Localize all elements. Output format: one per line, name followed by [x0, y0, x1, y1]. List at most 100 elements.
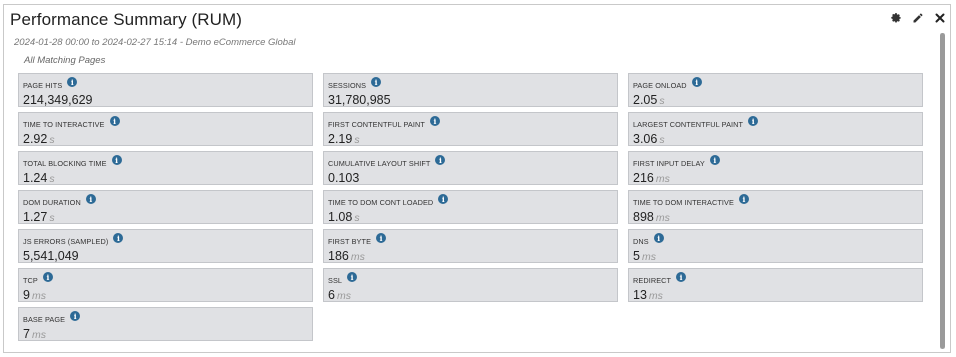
metric-tile: PAGE ONLOAD i 2.05 s — [628, 73, 923, 107]
metric-label: TIME TO INTERACTIVE — [23, 120, 105, 129]
scrollbar-thumb[interactable] — [940, 33, 945, 349]
metric-value: 214,349,629 — [23, 93, 93, 107]
metric-unit: ms — [655, 212, 670, 224]
metric-value-row: 2.92 s — [23, 130, 312, 148]
metric-label-row: REDIRECT i — [633, 271, 922, 285]
info-icon[interactable]: i — [435, 155, 446, 165]
info-icon[interactable]: i — [347, 272, 358, 282]
info-icon[interactable]: i — [429, 116, 440, 126]
metric-value: 186 — [328, 249, 349, 263]
info-icon[interactable]: i — [676, 272, 687, 282]
metric-tile: BASE PAGE i 7 ms — [18, 307, 313, 341]
metric-value-row: 6 ms — [328, 286, 617, 304]
metric-unit: s — [354, 212, 360, 224]
pencil-icon[interactable] — [911, 11, 924, 24]
metric-tile: TOTAL BLOCKING TIME i 1.24 s — [18, 151, 313, 185]
metric-label-row: LARGEST CONTENTFUL PAINT i — [633, 115, 922, 129]
metric-value-row: 1.24 s — [23, 169, 312, 187]
metric-label: FIRST CONTENTFUL PAINT — [328, 120, 425, 129]
metric-tile: TIME TO INTERACTIVE i 2.92 s — [18, 112, 313, 146]
metric-label-row: FIRST CONTENTFUL PAINT i — [328, 115, 617, 129]
metric-label-row: DNS i — [633, 232, 922, 246]
vertical-scrollbar[interactable] — [940, 33, 945, 349]
metric-value: 5,541,049 — [23, 249, 79, 263]
metric-unit: ms — [655, 173, 670, 185]
metric-tile-grid: PAGE HITS i 214,349,629 SESSIONS i 31,780,985… — [18, 73, 923, 341]
metric-tile: JS ERRORS (SAMPLED) i 5,541,049 — [18, 229, 313, 263]
metric-tile: PAGE HITS i 214,349,629 — [18, 73, 313, 107]
metric-value: 5 — [633, 249, 640, 263]
info-icon[interactable]: i — [376, 233, 387, 243]
metric-value-row: 13 ms — [633, 286, 922, 304]
metric-tile: SESSIONS i 31,780,985 — [323, 73, 618, 107]
info-icon[interactable]: i — [85, 194, 96, 204]
metric-unit: s — [659, 95, 665, 107]
info-icon[interactable]: i — [691, 77, 702, 87]
metric-tile: REDIRECT i 13 ms — [628, 268, 923, 302]
metric-value-row: 214,349,629 — [23, 91, 312, 109]
info-icon[interactable]: i — [109, 116, 120, 126]
metric-label: PAGE ONLOAD — [633, 81, 687, 90]
metric-value-row: 1.27 s — [23, 208, 312, 226]
metric-label: PAGE HITS — [23, 81, 63, 90]
info-icon[interactable]: i — [748, 116, 759, 126]
info-icon[interactable]: i — [67, 77, 78, 87]
metric-tile: FIRST BYTE i 186 ms — [323, 229, 618, 263]
metric-label-row: TCP i — [23, 271, 312, 285]
metric-value: 13 — [633, 288, 647, 302]
metric-label: JS ERRORS (SAMPLED) — [23, 237, 109, 246]
info-icon[interactable]: i — [371, 77, 382, 87]
metric-value: 31,780,985 — [328, 93, 391, 107]
metric-value-row: 7 ms — [23, 325, 312, 343]
metric-label-row: PAGE ONLOAD i — [633, 76, 922, 90]
metric-tile: TIME TO DOM CONT LOADED i 1.08 s — [323, 190, 618, 224]
metric-unit: s — [49, 173, 55, 185]
info-icon[interactable]: i — [111, 155, 122, 165]
info-icon[interactable]: i — [709, 155, 720, 165]
metric-label-row: TIME TO INTERACTIVE i — [23, 115, 312, 129]
metric-unit: s — [49, 134, 55, 146]
metric-value-row: 216 ms — [633, 169, 922, 187]
metric-label-row: SSL i — [328, 271, 617, 285]
info-icon[interactable]: i — [70, 311, 81, 321]
metric-tile: CUMULATIVE LAYOUT SHIFT i 0.103 — [323, 151, 618, 185]
metric-label: TOTAL BLOCKING TIME — [23, 159, 107, 168]
info-icon[interactable]: i — [42, 272, 53, 282]
metric-value: 3.06 — [633, 132, 658, 146]
info-icon[interactable]: i — [438, 194, 449, 204]
metric-label-row: SESSIONS i — [328, 76, 617, 90]
metric-value-row: 186 ms — [328, 247, 617, 265]
gear-icon[interactable] — [889, 11, 902, 24]
metric-label-row: FIRST BYTE i — [328, 232, 617, 246]
metric-value: 2.05 — [633, 93, 658, 107]
metric-label-row: CUMULATIVE LAYOUT SHIFT i — [328, 154, 617, 168]
metric-value: 6 — [328, 288, 335, 302]
metric-label: LARGEST CONTENTFUL PAINT — [633, 120, 744, 129]
info-icon[interactable]: i — [738, 194, 749, 204]
panel-toolbar — [889, 11, 946, 24]
metric-label: REDIRECT — [633, 276, 672, 285]
info-icon[interactable]: i — [653, 233, 664, 243]
metric-label: FIRST BYTE — [328, 237, 372, 246]
metric-tile: FIRST CONTENTFUL PAINT i 2.19 s — [323, 112, 618, 146]
metric-tile: TIME TO DOM INTERACTIVE i 898 ms — [628, 190, 923, 224]
metric-label: DNS — [633, 237, 649, 246]
metric-value-row: 1.08 s — [328, 208, 617, 226]
metric-label: FIRST INPUT DELAY — [633, 159, 705, 168]
metric-label-row: BASE PAGE i — [23, 310, 312, 324]
metric-label: TIME TO DOM INTERACTIVE — [633, 198, 734, 207]
metric-value-row: 3.06 s — [633, 130, 922, 148]
metric-label: CUMULATIVE LAYOUT SHIFT — [328, 159, 431, 168]
info-icon[interactable]: i — [113, 233, 124, 243]
metric-unit: ms — [648, 290, 663, 302]
metric-label: SSL — [328, 276, 343, 285]
performance-summary-panel: Performance Summary (RUM) 2024-01-28 00:… — [3, 4, 951, 353]
metric-label: TIME TO DOM CONT LOADED — [328, 198, 434, 207]
metric-value-row: 31,780,985 — [328, 91, 617, 109]
metric-tile: FIRST INPUT DELAY i 216 ms — [628, 151, 923, 185]
panel-title: Performance Summary (RUM) — [10, 10, 243, 29]
metric-unit: ms — [31, 329, 46, 341]
metric-label: SESSIONS — [328, 81, 367, 90]
metric-tile: SSL i 6 ms — [323, 268, 618, 302]
close-icon[interactable] — [933, 11, 946, 24]
